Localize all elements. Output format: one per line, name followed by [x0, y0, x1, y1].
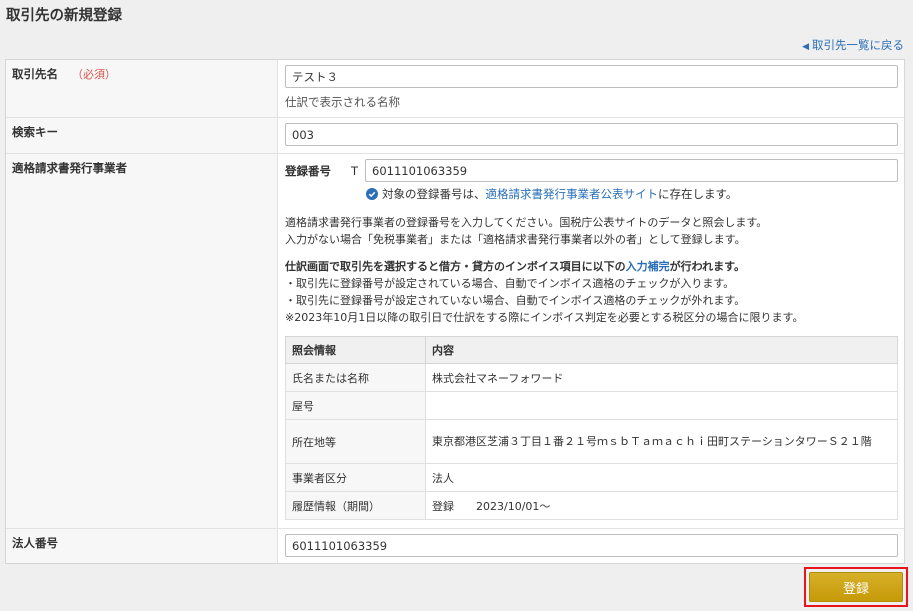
invoice-note-heading: 仕訳画面で取引先を選択すると借方・貸方のインボイス項目に以下の入力補完が行われま…	[285, 258, 898, 275]
row-search-key: 検索キー	[6, 118, 904, 154]
publication-site-link[interactable]: 適格請求書発行事業者公表サイト	[486, 186, 659, 202]
invoice-desc-1: 適格請求書発行事業者の登録番号を入力してください。国税庁公表サイトのデータと照会…	[285, 216, 768, 229]
invoice-desc-2: 入力がない場合「免税事業者」または「適格請求書発行事業者以外の者」として登録しま…	[285, 233, 746, 246]
table-header-row: 照会情報 内容	[285, 336, 898, 364]
table-row: 所在地等 東京都港区芝浦３丁目１番２１号ｍｓｂＴａｍａｃｈｉ田町ステーションタワ…	[285, 419, 898, 464]
page-title: 取引先の新規登録	[6, 8, 122, 24]
name-value-cell: 仕訳で表示される名称	[278, 60, 904, 117]
chevron-left-icon: ◀	[802, 42, 809, 52]
name-help-text: 仕訳で表示される名称	[285, 95, 400, 109]
partner-form: 取引先名 （必須） 仕訳で表示される名称 検索キー 適格請求書発行事業者 登録番号…	[5, 59, 905, 564]
corp-number-value-cell	[278, 529, 904, 563]
row-name: 取引先名 （必須） 仕訳で表示される名称	[6, 60, 904, 118]
registration-number-input[interactable]	[365, 159, 898, 182]
invoice-note-2: ・取引先に登録番号が設定されていない場合、自動でインボイス適格のチェックが外れま…	[285, 294, 746, 307]
row-invoice: 適格請求書発行事業者 登録番号 T 対象の登録番号は、適格請求書発行事業者公表サ…	[6, 154, 904, 529]
partner-name-input[interactable]	[285, 65, 898, 88]
submit-highlight: 登録	[804, 567, 908, 607]
table-key: 氏名または名称	[285, 363, 426, 392]
registration-status: 対象の登録番号は、 適格請求書発行事業者公表サイト に存在します。	[366, 186, 898, 202]
required-badge: （必須）	[72, 68, 116, 81]
table-value: 東京都港区芝浦３丁目１番２１号ｍｓｂＴａｍａｃｈｉ田町ステーションタワーＳ２１階	[425, 419, 898, 464]
table-value	[425, 391, 898, 420]
invoice-description: 適格請求書発行事業者の登録番号を入力してください。国税庁公表サイトのデータと照会…	[285, 214, 898, 248]
table-key: 事業者区分	[285, 463, 426, 492]
table-value: 登録 2023/10/01〜	[425, 491, 898, 520]
table-row: 屋号	[285, 391, 898, 420]
search-key-label: 検索キー	[6, 118, 278, 153]
table-key: 屋号	[285, 391, 426, 420]
table-value: 法人	[425, 463, 898, 492]
back-to-list-link[interactable]: ◀ 取引先一覧に戻る	[802, 37, 904, 53]
register-button[interactable]: 登録	[809, 572, 903, 602]
row-corp-number: 法人番号	[6, 529, 904, 563]
lookup-info-table: 照会情報 内容 氏名または名称 株式会社マネーフォワード 屋号 所在地等 東京都…	[285, 336, 898, 520]
invoice-value-cell: 登録番号 T 対象の登録番号は、適格請求書発行事業者公表サイトに存在します。 適…	[278, 154, 904, 528]
invoice-notes: 仕訳画面で取引先を選択すると借方・貸方のインボイス項目に以下の入力補完が行われま…	[285, 258, 898, 326]
table-row: 事業者区分 法人	[285, 463, 898, 492]
table-row: 履歴情報（期間） 登録 2023/10/01〜	[285, 491, 898, 520]
invoice-note-1: ・取引先に登録番号が設定されている場合、自動でインボイス適格のチェックが入ります…	[285, 277, 735, 290]
back-link-label: 取引先一覧に戻る	[812, 38, 904, 52]
registration-prefix: T	[351, 163, 359, 178]
table-key: 所在地等	[285, 419, 426, 464]
table-key: 履歴情報（期間）	[285, 491, 426, 520]
registration-number-label: 登録番号	[285, 163, 331, 178]
note-bold-post: が行われます。	[669, 260, 746, 273]
input-completion-link[interactable]: 入力補完	[626, 260, 670, 273]
table-row: 氏名または名称 株式会社マネーフォワード	[285, 363, 898, 392]
invoice-note-3: ※2023年10月1日以降の取引日で仕訳をする際にインボイス判定を必要とする税区…	[285, 311, 804, 324]
status-text-pre: 対象の登録番号は、	[382, 187, 486, 201]
search-key-input[interactable]	[285, 123, 898, 146]
table-header: 内容	[425, 336, 898, 364]
registration-line: 登録番号 T	[285, 159, 898, 182]
invoice-label: 適格請求書発行事業者	[6, 154, 278, 528]
check-circle-icon	[366, 188, 378, 200]
corp-number-label: 法人番号	[6, 529, 278, 563]
note-bold-pre: 仕訳画面で取引先を選択すると借方・貸方のインボイス項目に以下の	[285, 260, 626, 273]
table-value: 株式会社マネーフォワード	[425, 363, 898, 392]
status-text-post: に存在します。	[658, 187, 738, 201]
name-label-cell: 取引先名 （必須）	[6, 60, 278, 117]
corporate-number-input[interactable]	[285, 534, 898, 557]
search-key-value-cell	[278, 118, 904, 153]
table-header: 照会情報	[285, 336, 426, 364]
name-label: 取引先名	[12, 67, 58, 81]
